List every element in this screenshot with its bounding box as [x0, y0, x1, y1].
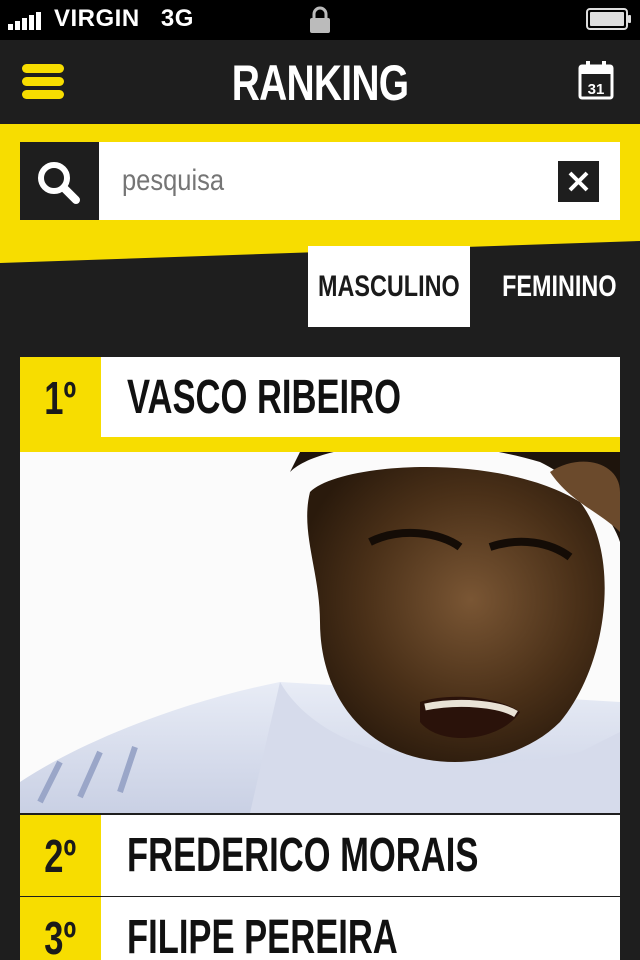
- athlete-name: FREDERICO MORAIS: [101, 815, 620, 896]
- calendar-button[interactable]: 31: [578, 60, 614, 100]
- menu-button[interactable]: [22, 62, 66, 102]
- clear-search-button[interactable]: [558, 161, 599, 202]
- carrier-name: VIRGIN: [54, 5, 140, 32]
- search-icon: [38, 162, 80, 204]
- search-input[interactable]: [122, 158, 479, 204]
- ranking-item[interactable]: 1º VASCO RIBEIRO: [20, 357, 620, 438]
- carrier-label: VIRGIN 3G: [54, 5, 194, 33]
- battery-icon: [586, 8, 631, 30]
- calendar-day: 31: [588, 81, 605, 98]
- app-header: RANKING 31: [0, 40, 640, 126]
- ranking-item[interactable]: 2º FREDERICO MORAIS: [20, 815, 620, 896]
- rank-position: 3º: [20, 897, 101, 960]
- tab-masculino[interactable]: MASCULINO: [308, 246, 470, 327]
- page-title: RANKING: [231, 55, 409, 111]
- close-icon: [568, 171, 589, 192]
- calendar-icon: 31: [578, 61, 614, 100]
- tab-feminino[interactable]: FEMININO: [478, 246, 640, 327]
- tab-label: MASCULINO: [318, 269, 460, 303]
- ranking-item[interactable]: 3º FILIPE PEREIRA: [20, 897, 620, 960]
- rank-position: 1º: [20, 357, 101, 438]
- signal-icon: [8, 10, 48, 30]
- athlete-name: VASCO RIBEIRO: [101, 357, 620, 437]
- search-button[interactable]: [20, 142, 99, 220]
- athlete-photo[interactable]: [20, 452, 620, 813]
- rank-position: 2º: [20, 815, 101, 896]
- athlete-name: FILIPE PEREIRA: [101, 897, 620, 960]
- tab-label: FEMININO: [501, 269, 617, 303]
- status-bar: VIRGIN 3G: [0, 0, 640, 40]
- lock-icon: [310, 6, 330, 33]
- network-type: 3G: [160, 5, 194, 32]
- highlight-strip: [20, 437, 620, 452]
